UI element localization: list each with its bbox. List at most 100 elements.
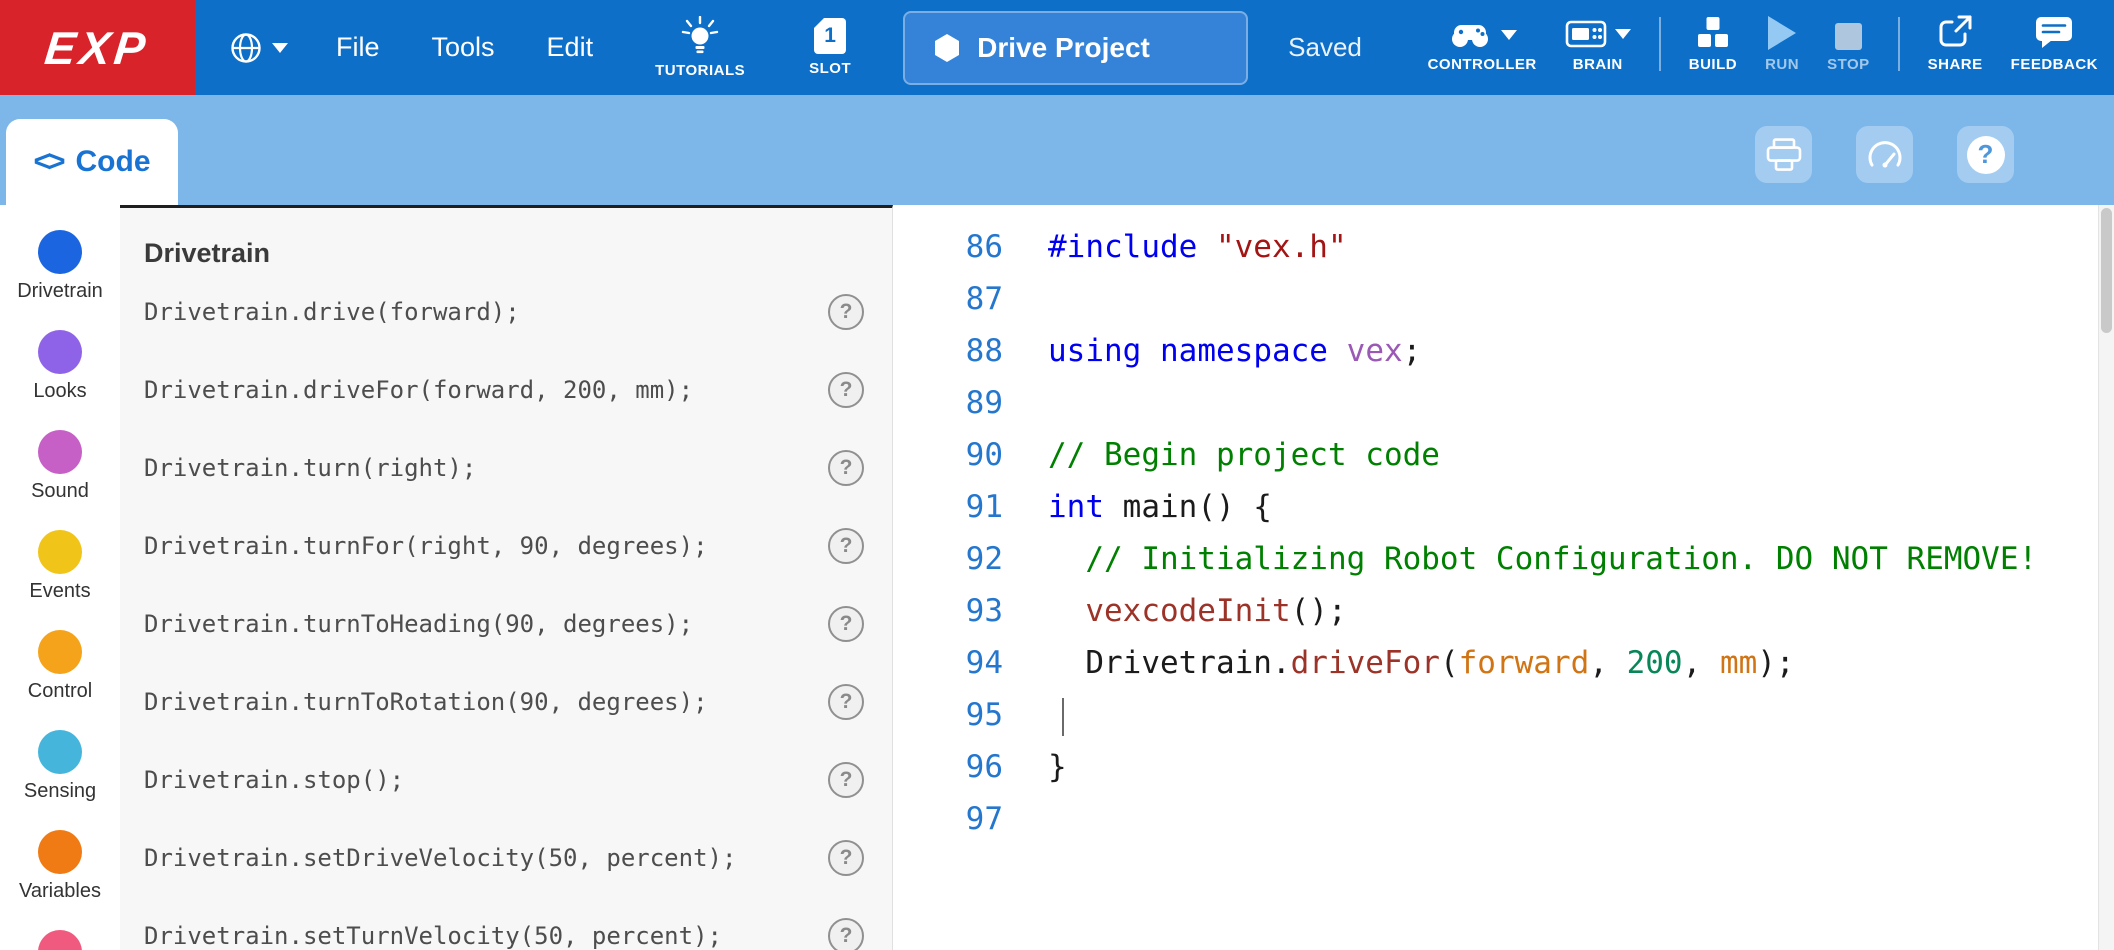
project-name: Drive Project [977, 32, 1150, 64]
command-help-button[interactable]: ? [828, 684, 864, 720]
share-label: SHARE [1928, 56, 1983, 73]
command-help-button[interactable]: ? [828, 528, 864, 564]
project-name-button[interactable]: Drive Project [903, 11, 1248, 85]
command-help-button[interactable]: ? [828, 762, 864, 798]
controller-dropdown[interactable]: CONTROLLER [1428, 20, 1537, 73]
code-text: Drivetrain.driveFor(forward, 200, mm); [1003, 637, 1795, 689]
brain-icon [1565, 18, 1607, 50]
feedback-label: FEEDBACK [2011, 56, 2098, 73]
hexagon-icon [933, 33, 961, 63]
stop-button[interactable]: STOP [1827, 23, 1870, 73]
code-text [1003, 273, 1048, 325]
code-line[interactable]: 91int main() { [893, 481, 2098, 533]
line-number: 88 [893, 325, 1003, 377]
code-tab-label: Code [76, 145, 151, 179]
code-line[interactable]: 86#include "vex.h" [893, 221, 2098, 273]
brain-dropdown[interactable]: BRAIN [1565, 18, 1631, 73]
code-text: // Begin project code [1003, 429, 1440, 481]
build-blocks-icon [1694, 16, 1732, 50]
category-label: Control [28, 680, 92, 703]
slot-icon: 1 [814, 18, 846, 54]
device-config-button[interactable] [1755, 126, 1812, 183]
command-item[interactable]: Drivetrain.drive(forward);? [120, 273, 892, 351]
category-events[interactable]: Events [0, 530, 120, 630]
code-line[interactable]: 88using namespace vex; [893, 325, 2098, 377]
code-line[interactable]: 95 [893, 689, 2098, 741]
toolbar-divider [1659, 17, 1661, 71]
command-help-button[interactable]: ? [828, 840, 864, 876]
command-help-button[interactable]: ? [828, 918, 864, 950]
command-item[interactable]: Drivetrain.turn(right);? [120, 429, 892, 507]
category-label: Drivetrain [17, 280, 103, 303]
build-button[interactable]: BUILD [1689, 16, 1737, 73]
category-label: Events [29, 580, 90, 603]
line-number: 96 [893, 741, 1003, 793]
category-variables[interactable]: Variables [0, 830, 120, 930]
slot-button[interactable]: 1 SLOT [809, 18, 851, 77]
command-reference-panel: Drivetrain Drivetrain.drive(forward);?Dr… [120, 205, 893, 950]
brain-label: BRAIN [1573, 56, 1623, 73]
command-help-button[interactable]: ? [828, 372, 864, 408]
code-line[interactable]: 89 [893, 377, 2098, 429]
category-partial-7[interactable] [0, 930, 120, 950]
category-drivetrain[interactable]: Drivetrain [0, 230, 120, 330]
code-line[interactable]: 94 Drivetrain.driveFor(forward, 200, mm)… [893, 637, 2098, 689]
command-help-button[interactable]: ? [828, 606, 864, 642]
feedback-button[interactable]: FEEDBACK [2011, 14, 2098, 73]
category-control[interactable]: Control [0, 630, 120, 730]
code-line[interactable]: 87 [893, 273, 2098, 325]
slot-label: SLOT [809, 60, 851, 77]
vexcode-app: EXP File Tools Edit [0, 0, 2114, 950]
command-text: Drivetrain.turnToHeading(90, degrees); [144, 610, 693, 638]
controller-label: CONTROLLER [1428, 56, 1537, 73]
toolbar-divider [1898, 17, 1900, 71]
command-item[interactable]: Drivetrain.turnFor(right, 90, degrees);? [120, 507, 892, 585]
category-sound[interactable]: Sound [0, 430, 120, 530]
code-line[interactable]: 96} [893, 741, 2098, 793]
command-help-button[interactable]: ? [828, 450, 864, 486]
editor-scrollbar[interactable] [2098, 205, 2114, 950]
command-item[interactable]: Drivetrain.turnToHeading(90, degrees);? [120, 585, 892, 663]
line-number: 91 [893, 481, 1003, 533]
stop-icon [1835, 23, 1862, 50]
scrollbar-thumb[interactable] [2101, 208, 2112, 333]
language-selector[interactable] [229, 31, 288, 65]
command-item[interactable]: Drivetrain.setTurnVelocity(50, percent);… [120, 897, 892, 950]
code-line[interactable]: 93 vexcodeInit(); [893, 585, 2098, 637]
command-item[interactable]: Drivetrain.driveFor(forward, 200, mm);? [120, 351, 892, 429]
slot-number: 1 [824, 24, 836, 48]
command-item[interactable]: Drivetrain.turnToRotation(90, degrees);? [120, 663, 892, 741]
help-button[interactable]: ? [1957, 126, 2014, 183]
text-cursor [1062, 698, 1064, 736]
share-button[interactable]: SHARE [1928, 14, 1983, 73]
tutorials-button[interactable]: TUTORIALS [655, 16, 745, 79]
chevron-down-icon [272, 43, 288, 53]
line-number: 97 [893, 793, 1003, 845]
menu-bar-items: File Tools Edit [310, 32, 619, 63]
tab-code[interactable]: <> Code [6, 119, 178, 205]
category-color-dot [38, 730, 82, 774]
menu-edit[interactable]: Edit [521, 32, 620, 63]
exp-logo[interactable]: EXP [0, 0, 195, 95]
category-looks[interactable]: Looks [0, 330, 120, 430]
code-line[interactable]: 92 // Initializing Robot Configuration. … [893, 533, 2098, 585]
code-brackets-icon: <> [33, 145, 62, 179]
printer-device-icon [1764, 137, 1804, 173]
code-line[interactable]: 90// Begin project code [893, 429, 2098, 481]
menu-file[interactable]: File [310, 32, 406, 63]
code-editor[interactable]: 86#include "vex.h"8788using namespace ve… [893, 205, 2098, 950]
run-button[interactable]: RUN [1765, 16, 1799, 73]
line-number: 87 [893, 273, 1003, 325]
dashboard-button[interactable] [1856, 126, 1913, 183]
category-sensing[interactable]: Sensing [0, 730, 120, 830]
save-status: Saved [1288, 32, 1362, 63]
menu-tools[interactable]: Tools [406, 32, 521, 63]
category-label: Sound [31, 480, 89, 503]
command-help-button[interactable]: ? [828, 294, 864, 330]
code-line[interactable]: 97 [893, 793, 2098, 845]
panel-heading: Drivetrain [144, 238, 892, 269]
command-item[interactable]: Drivetrain.setDriveVelocity(50, percent)… [120, 819, 892, 897]
code-text: using namespace vex; [1003, 325, 1421, 377]
stop-label: STOP [1827, 56, 1870, 73]
command-item[interactable]: Drivetrain.stop();? [120, 741, 892, 819]
